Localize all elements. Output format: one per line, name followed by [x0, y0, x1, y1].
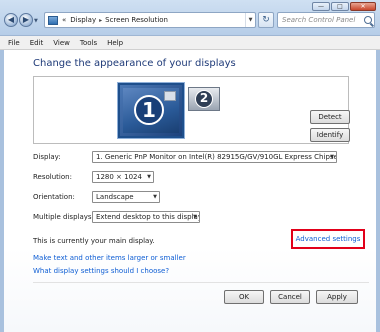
resolution-select[interactable]: 1280 × 1024 ▼ — [92, 171, 154, 183]
monitor-arrangement-panel: 1 2 Detect Identify — [33, 76, 350, 144]
control-panel-icon — [48, 15, 58, 25]
forward-button[interactable]: ▶ — [19, 13, 33, 27]
monitor-1[interactable]: 1 — [118, 83, 184, 138]
orientation-select-value: Landscape — [96, 193, 134, 201]
resolution-label: Resolution: — [33, 173, 72, 181]
identify-button[interactable]: Identify — [310, 128, 350, 142]
chevron-down-icon: ▼ — [193, 214, 197, 220]
multiple-displays-label: Multiple displays: — [33, 213, 94, 221]
refresh-button[interactable]: ↻ — [258, 12, 274, 28]
advanced-settings-link[interactable]: Advanced settings — [293, 235, 363, 243]
menu-view[interactable]: View — [48, 39, 75, 47]
maximize-button[interactable]: □ — [331, 2, 349, 11]
main-display-status: This is currently your main display. — [33, 237, 155, 245]
breadcrumb-arrow-icon[interactable]: ▸ — [99, 17, 102, 24]
monitor-2-number: 2 — [195, 90, 213, 108]
menu-file[interactable]: File — [3, 39, 25, 47]
menu-help[interactable]: Help — [102, 39, 128, 47]
display-label: Display: — [33, 153, 61, 161]
display-select[interactable]: 1. Generic PnP Monitor on Intel(R) 82915… — [92, 151, 337, 163]
orientation-select[interactable]: Landscape ▼ — [92, 191, 160, 203]
chevron-down-icon: ▼ — [153, 194, 157, 200]
ok-button[interactable]: OK — [224, 290, 264, 304]
main-content: Change the appearance of your displays 1… — [0, 50, 380, 332]
window-controls: — □ ✕ — [312, 2, 376, 11]
text-size-link[interactable]: Make text and other items larger or smal… — [33, 254, 186, 262]
menu-tools[interactable]: Tools — [75, 39, 102, 47]
menu-edit[interactable]: Edit — [25, 39, 49, 47]
display-select-value: 1. Generic PnP Monitor on Intel(R) 82915… — [96, 153, 336, 161]
detect-button[interactable]: Detect — [310, 110, 350, 124]
address-bar[interactable]: « Display ▸ Screen Resolution ▼ — [44, 12, 256, 28]
search-icon[interactable] — [364, 16, 372, 24]
apply-button[interactable]: Apply — [316, 290, 358, 304]
cancel-button[interactable]: Cancel — [270, 290, 310, 304]
display-help-link[interactable]: What display settings should I choose? — [33, 267, 169, 275]
window-thumbnail-icon — [164, 91, 176, 101]
address-dropdown-button[interactable]: ▼ — [245, 13, 255, 27]
title-bar: — □ ✕ ◀ ▶ ▼ « Display ▸ Screen Resolutio… — [0, 0, 380, 36]
advanced-settings-highlight: Advanced settings — [291, 229, 365, 249]
menu-bar: File Edit View Tools Help — [0, 36, 380, 50]
monitor-2[interactable]: 2 — [188, 87, 220, 111]
chevron-down-icon: ▼ — [147, 174, 151, 180]
breadcrumb-overflow[interactable]: « — [62, 16, 66, 24]
breadcrumb-display[interactable]: Display — [70, 16, 96, 24]
recent-pages-dropdown[interactable]: ▼ — [34, 18, 38, 24]
multiple-displays-select-value: Extend desktop to this display — [96, 213, 200, 221]
refresh-icon: ↻ — [262, 15, 270, 25]
resolution-select-value: 1280 × 1024 — [96, 173, 142, 181]
back-button[interactable]: ◀ — [4, 13, 18, 27]
minimize-button[interactable]: — — [312, 2, 330, 11]
page-title: Change the appearance of your displays — [33, 58, 236, 69]
monitor-1-number: 1 — [134, 95, 164, 125]
forward-arrow-icon: ▶ — [22, 15, 30, 24]
search-input[interactable] — [282, 16, 362, 24]
close-button[interactable]: ✕ — [350, 2, 376, 11]
chevron-down-icon: ▼ — [330, 154, 334, 160]
orientation-label: Orientation: — [33, 193, 75, 201]
breadcrumb-screen-resolution[interactable]: Screen Resolution — [105, 16, 168, 24]
multiple-displays-select[interactable]: Extend desktop to this display ▼ — [92, 211, 200, 223]
back-arrow-icon: ◀ — [7, 15, 15, 24]
divider — [33, 282, 369, 283]
search-box[interactable] — [277, 12, 375, 28]
